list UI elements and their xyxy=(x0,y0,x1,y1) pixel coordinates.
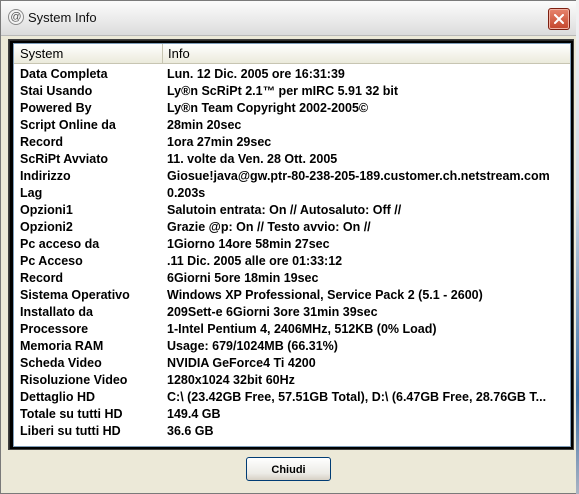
list-item-label: Data Completa xyxy=(20,67,108,81)
list-item[interactable]: Memoria RAM Usage: 679/1024MB (66.31%) xyxy=(14,338,570,355)
list-item-value: Ly®n ScRiPt 2.1™ per mIRC 5.91 32 bit xyxy=(167,84,399,98)
list-item-label: Scheda Video xyxy=(20,356,102,370)
list-item-value: 11. volte da Ven. 28 Ott. 2005 xyxy=(167,152,338,166)
list-item[interactable]: Processore 1-Intel Pentium 4, 2406MHz, 51… xyxy=(14,321,570,338)
list-item-label: Liberi su tutti HD xyxy=(20,424,121,438)
list-item[interactable]: ScRiPt Avviato 11. volte da Ven. 28 Ott. … xyxy=(14,151,570,168)
list-item-value: NVIDIA GeForce4 Ti 4200 xyxy=(167,356,316,370)
window-title: System Info xyxy=(28,10,97,25)
list-item-label: Stai Usando xyxy=(20,84,93,98)
list-item-value: 1ora 27min 29sec xyxy=(167,135,272,149)
list-item-label: Powered By xyxy=(20,101,92,115)
list-item[interactable]: Totale su tutti HD 149.4 GB xyxy=(14,406,570,423)
list-item-label: Opzioni2 xyxy=(20,220,73,234)
list-item[interactable]: Script Online da 28min 20sec xyxy=(14,117,570,134)
list-item[interactable]: Scheda Video NVIDIA GeForce4 Ti 4200 xyxy=(14,355,570,372)
list-item[interactable]: Data Completa Lun. 12 Dic. 2005 ore 16:31… xyxy=(14,66,570,83)
list-item-value: 1280x1024 32bit 60Hz xyxy=(167,373,295,387)
list-item-label: Record xyxy=(20,271,64,285)
list-item-value: 28min 20sec xyxy=(167,118,242,132)
column-header-system[interactable]: System xyxy=(14,44,163,63)
close-icon xyxy=(554,14,564,24)
list-item[interactable]: Pc Acceso .11 Dic. 2005 alle ore 01:33:12 xyxy=(14,253,570,270)
list-item-value: 1-Intel Pentium 4, 2406MHz, 512KB (0% Lo… xyxy=(167,322,437,336)
system-info-list[interactable]: System Info Data Completa Lun. 12 Dic. 20… xyxy=(13,43,571,447)
list-item[interactable]: Liberi su tutti HD 36.6 GB xyxy=(14,423,570,440)
close-window-button[interactable] xyxy=(548,8,570,30)
list-item-label: Risoluzione Video xyxy=(20,373,128,387)
list-item-value: Usage: 679/1024MB (66.31%) xyxy=(167,339,338,353)
mirc-app-icon: @ xyxy=(8,9,24,25)
list-item-label: Memoria RAM xyxy=(20,339,104,353)
list-item[interactable]: Risoluzione Video 1280x1024 32bit 60Hz xyxy=(14,372,570,389)
column-header-info[interactable]: Info xyxy=(163,44,570,63)
list-item-label: Processore xyxy=(20,322,89,336)
list-item-value: .11 Dic. 2005 alle ore 01:33:12 xyxy=(167,254,343,268)
list-item[interactable]: Sistema Operativo Windows XP Professional… xyxy=(14,287,570,304)
list-item-label: Script Online da xyxy=(20,118,116,132)
list-item[interactable]: Powered By Ly®n Team Copyright 2002-2005© xyxy=(14,100,570,117)
list-item-label: Opzioni1 xyxy=(20,203,73,217)
list-item-value: Giosue!java@gw.ptr-80-238-205-189.custom… xyxy=(167,169,550,183)
list-rows: Data Completa Lun. 12 Dic. 2005 ore 16:31… xyxy=(14,66,570,440)
list-item-value: Grazie @p: On // Testo avvio: On // xyxy=(167,220,371,234)
list-header: System Info xyxy=(14,44,570,64)
list-item[interactable]: Opzioni1 Salutoin entrata: On // Autosalu… xyxy=(14,202,570,219)
list-item-label: Lag xyxy=(20,186,43,200)
list-item-label: Indirizzo xyxy=(20,169,71,183)
list-item-label: ScRiPt Avviato xyxy=(20,152,108,166)
list-item-value: 6Giorni 5ore 18min 19sec xyxy=(167,271,319,285)
list-item-value: Windows XP Professional, Service Pack 2 … xyxy=(167,288,483,302)
list-item[interactable]: Dettaglio HD C:\ (23.42GB Free, 57.51GB T… xyxy=(14,389,570,406)
system-info-window: @ System Info System Info Data Completa L… xyxy=(0,0,579,494)
list-item-label: Pc Acceso xyxy=(20,254,83,268)
list-item[interactable]: Indirizzo Giosue!java@gw.ptr-80-238-205-1… xyxy=(14,168,570,185)
list-item-label: Record xyxy=(20,135,64,149)
list-item[interactable]: Opzioni2 Grazie @p: On // Testo avvio: On… xyxy=(14,219,570,236)
list-item-label: Totale su tutti HD xyxy=(20,407,123,421)
list-item[interactable]: Record 1ora 27min 29sec xyxy=(14,134,570,151)
list-item[interactable]: Pc acceso da 1Giorno 14ore 58min 27sec xyxy=(14,236,570,253)
list-item-label: Pc acceso da xyxy=(20,237,100,251)
list-item[interactable]: Installato da 209Sett-e 6Giorni 3ore 31mi… xyxy=(14,304,570,321)
title-bar[interactable]: @ System Info xyxy=(1,1,578,36)
list-item-label: Installato da xyxy=(20,305,93,319)
list-item-value: Salutoin entrata: On // Autosaluto: Off … xyxy=(167,203,402,217)
list-item-value: 209Sett-e 6Giorni 3ore 31min 39sec xyxy=(167,305,378,319)
info-panel: System Info Data Completa Lun. 12 Dic. 20… xyxy=(8,39,574,450)
list-item-value: Lun. 12 Dic. 2005 ore 16:31:39 xyxy=(167,67,345,81)
list-item-value: 0.203s xyxy=(167,186,206,200)
list-item-value: Ly®n Team Copyright 2002-2005© xyxy=(167,101,369,115)
list-item-value: C:\ (23.42GB Free, 57.51GB Total), D:\ (… xyxy=(167,390,547,404)
list-item-label: Sistema Operativo xyxy=(20,288,130,302)
list-item-value: 36.6 GB xyxy=(167,424,214,438)
list-item[interactable]: Stai Usando Ly®n ScRiPt 2.1™ per mIRC 5.9… xyxy=(14,83,570,100)
chiudi-button[interactable]: Chiudi xyxy=(246,457,331,481)
list-item[interactable]: Lag 0.203s xyxy=(14,185,570,202)
list-item-value: 1Giorno 14ore 58min 27sec xyxy=(167,237,330,251)
list-item[interactable]: Record 6Giorni 5ore 18min 19sec xyxy=(14,270,570,287)
list-item-label: Dettaglio HD xyxy=(20,390,95,404)
list-item-value: 149.4 GB xyxy=(167,407,221,421)
